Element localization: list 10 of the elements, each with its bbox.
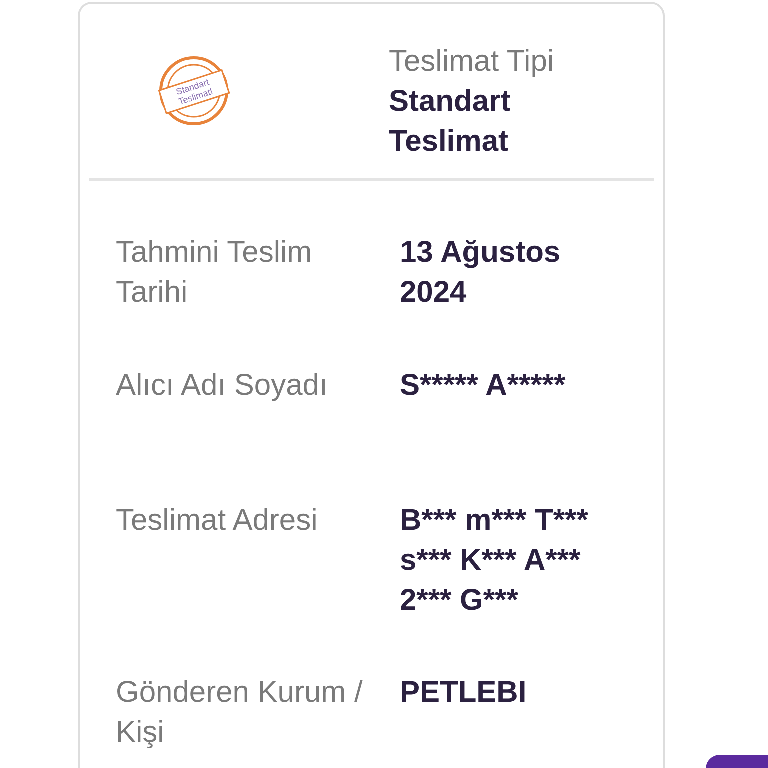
field-value: PETLEBI [400,675,528,711]
field-value: 13 Ağustos 2024 [400,235,562,311]
delivery-type-label: Teslimat Tipi [389,44,556,80]
field-label: Tahmini Teslim Tarihi [116,235,314,311]
field-value: B*** m*** T*** s*** K*** A*** 2*** G*** [400,503,590,619]
field-label: Alıcı Adı Soyadı [116,368,329,404]
delivery-type-value: Standart Teslimat [389,84,512,160]
field-value: S***** A***** [400,368,567,404]
field-label: Gönderen Kurum / Kişi [116,675,364,751]
field-label: Teslimat Adresi [116,503,319,539]
